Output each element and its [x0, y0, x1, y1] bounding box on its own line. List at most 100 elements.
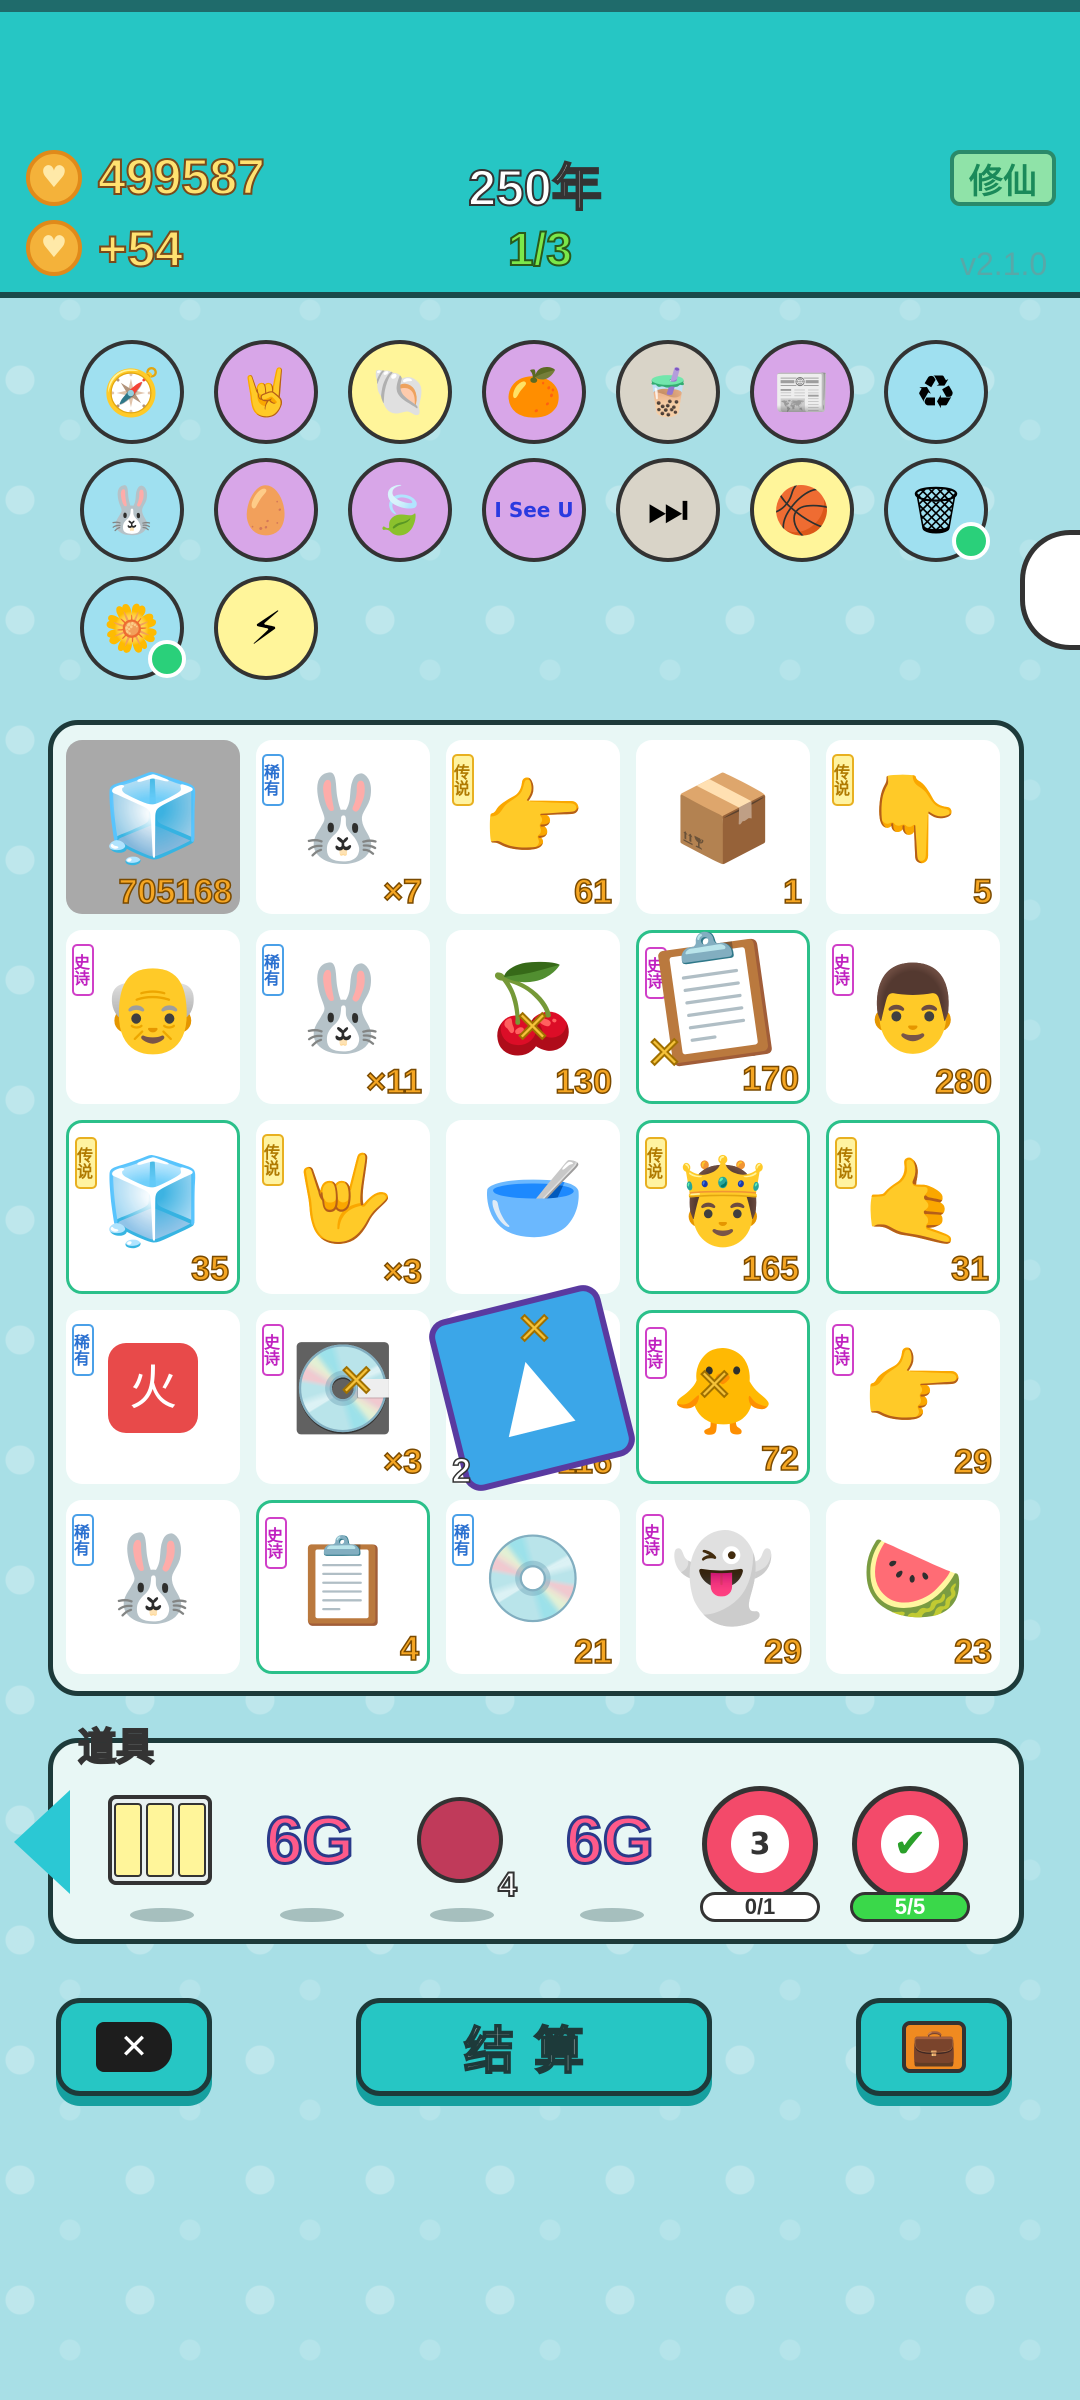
board-cell[interactable]: 稀有 🐰 ×7 [256, 740, 430, 914]
status-strip [0, 0, 1080, 12]
cultivate-button[interactable]: 修仙 [950, 150, 1056, 206]
item-icon: 🍉 [860, 1529, 966, 1627]
item-count: 4 [399, 1629, 419, 1669]
item-count: 29 [953, 1442, 992, 1482]
item-icon: 📦 [670, 769, 776, 867]
item-icon: 💿 [480, 1529, 586, 1627]
6g-label: 6G [264, 1802, 355, 1879]
prop-shadow [430, 1908, 494, 1922]
fire-pentagon-icon: 火 [108, 1343, 198, 1433]
relic-rock-hand-icon[interactable]: 🤘 [214, 340, 318, 444]
coin-income: +54 [97, 220, 184, 278]
item-count: 35 [190, 1249, 229, 1289]
relic-glyph: 🐰 [103, 482, 161, 537]
relic-eyepatch-orange-icon[interactable]: 🍊 [482, 340, 586, 444]
board-cell[interactable]: 🥣 [446, 1120, 620, 1294]
item-count: 21 [573, 1632, 612, 1672]
board-cell[interactable]: 史诗 📋 4 [256, 1500, 430, 1674]
check-prop[interactable]: ✔ [852, 1786, 968, 1902]
relic-leaf-icon[interactable]: 🍃 [348, 458, 452, 562]
board-cell[interactable]: 史诗 👉 29 [826, 1310, 1000, 1484]
board-cell[interactable]: 传说 👇 5 [826, 740, 1000, 914]
item-icon: 🐰 [100, 1529, 206, 1627]
inventory-button[interactable]: 💼 [856, 1998, 1012, 2096]
board-cell[interactable]: 史诗 👻 29 [636, 1500, 810, 1674]
relic-recycle-bag-icon[interactable]: ♻ [884, 340, 988, 444]
target-prop[interactable]: 3 [702, 1786, 818, 1902]
relic-glyph: ♻ [915, 365, 957, 419]
board-cell[interactable]: 稀有 🐰 [66, 1500, 240, 1674]
relic-glyph: I See U [494, 498, 574, 522]
board-cell[interactable]: 传说 🤴 165 [636, 1120, 810, 1294]
item-count: 705168 [118, 872, 233, 912]
relic-glyph: 🐚 [371, 364, 429, 419]
relic-flower-pot-icon[interactable]: 🌼 [80, 576, 186, 680]
board-cell[interactable]: 🧊 705168 [66, 740, 240, 914]
board-cell[interactable]: 传说 🤙 31 [826, 1120, 1000, 1294]
relic-time-magazine-icon[interactable]: 📰 [750, 340, 854, 444]
board-cell[interactable]: 传说 🤟 ×3 [256, 1120, 430, 1294]
item-icon: 👨 [860, 959, 966, 1057]
item-count: 61 [573, 872, 612, 912]
item-count: ×3 [382, 1252, 422, 1292]
item-icon: 🐰 [290, 769, 396, 867]
item-count: ×3 [382, 1442, 422, 1482]
6g-prop[interactable]: 6G [550, 1780, 670, 1922]
settle-button[interactable]: 结算 [356, 1998, 712, 2096]
board-cell[interactable]: 📦 1 [636, 740, 810, 914]
item-icon: 🧊 [100, 769, 206, 867]
relic-i-see-u-icon[interactable]: I See U [482, 458, 586, 562]
relic-bubble-tea-icon[interactable]: 🧋 [616, 340, 720, 444]
relic-shell-icon[interactable]: 🐚 [348, 340, 452, 444]
legend-cards-prop[interactable] [100, 1780, 220, 1922]
relic-trash-bag-icon[interactable]: 🗑 [884, 458, 990, 562]
board-cell[interactable]: 稀有火 [66, 1310, 240, 1484]
board-cell[interactable]: 🍉 23 [826, 1500, 1000, 1674]
small-count-label: 2 [451, 1451, 471, 1491]
relic-glyph: 🍃 [371, 482, 429, 537]
delete-icon: ✕ [96, 2022, 172, 2072]
board-cell[interactable]: 传说 👉 61 [446, 740, 620, 914]
props-title: 道具 [77, 1724, 155, 1770]
relic-egg-icon[interactable]: 🥚 [214, 458, 318, 562]
relic-lightning-icon[interactable]: ⚡ [214, 576, 318, 680]
item-icon: 火 [66, 1328, 240, 1448]
item-count: 23 [953, 1632, 992, 1672]
check-progress: 5/5 [850, 1892, 970, 1922]
relic-rabbit-icon[interactable]: 🐰 [80, 458, 184, 562]
prop-shadow [580, 1908, 644, 1922]
header-bar: ♥ 499587 ♥ +54 250年 1/3 修仙 v2.1.0 [0, 0, 1080, 298]
board-cell[interactable]: 稀有 💿 21 [446, 1500, 620, 1674]
relic-glyph: 🥚 [237, 482, 295, 537]
x-mark-icon: ✕ [513, 1001, 552, 1054]
x-mark-icon: ✕ [645, 1027, 684, 1080]
board-cell[interactable]: 史诗 👨 280 [826, 930, 1000, 1104]
x-mark-icon: ✕ [515, 1303, 554, 1356]
item-icon: 🥣 [480, 1149, 586, 1247]
board-cell[interactable]: 稀有 🐰 ×11 [256, 930, 430, 1104]
relic-glyph: ⚡ [249, 601, 283, 655]
board-cell[interactable]: 传说 🧊 35 [66, 1120, 240, 1294]
6g-label: 6G [564, 1802, 655, 1879]
relic-glyph: 🧋 [639, 364, 697, 419]
item-count: 31 [950, 1249, 989, 1289]
item-count: 72 [760, 1439, 799, 1479]
item-icon: 👻 [670, 1529, 776, 1627]
6g-prop[interactable]: 6G [250, 1780, 370, 1922]
relic-basketballs-icon[interactable]: 🏀 [750, 458, 854, 562]
item-icon: 🧊 [100, 1152, 206, 1250]
delete-button[interactable]: ✕ [56, 1998, 212, 2096]
item-count: 130 [555, 1062, 613, 1102]
relic-skip-icon[interactable]: ⏭ [616, 458, 720, 562]
x-mark-icon: ✕ [337, 1355, 376, 1408]
item-icon: 🤙 [860, 1152, 966, 1250]
left-arrow-icon[interactable] [14, 1790, 70, 1894]
item-icon: 🤴 [670, 1152, 776, 1250]
active-dot [952, 522, 990, 560]
item-icon: 👴 [100, 959, 206, 1057]
relic-glyph: 📰 [773, 364, 831, 419]
relic-compass-icon[interactable]: 🧭 [80, 340, 184, 444]
board-cell[interactable]: 史诗 👴 [66, 930, 240, 1104]
lychee-icon [417, 1797, 503, 1883]
item-count: ×11 [365, 1062, 422, 1102]
